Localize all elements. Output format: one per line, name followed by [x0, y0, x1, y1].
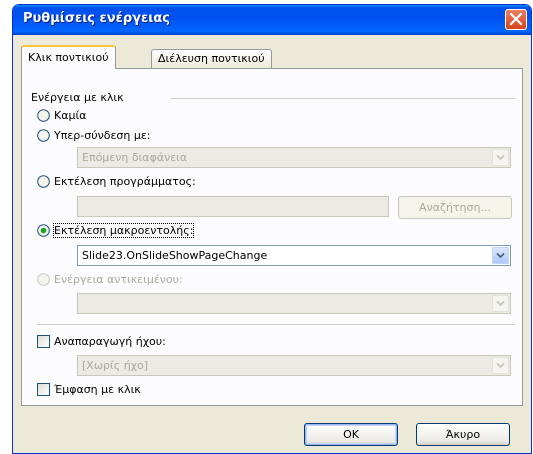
highlight-click-label: Έμφαση με κλικ — [54, 383, 141, 396]
highlight-click-checkbox[interactable]: Έμφαση με κλικ — [37, 383, 141, 396]
dialog-title: Ρυθμίσεις ενέργειας — [23, 11, 170, 26]
macro-select[interactable]: Slide23.OnSlideShowPageChange — [77, 245, 511, 266]
radio-run-macro-label: Εκτέλεση μακροεντολής: — [52, 223, 195, 238]
radio-object-action[interactable]: Ενέργεια αντικειμένου: — [37, 273, 183, 286]
chevron-down-icon — [496, 300, 505, 307]
radio-hyperlink[interactable]: Υπερ-σύνδεση με: — [37, 129, 151, 142]
hyperlink-select[interactable]: Επόμενη διαφάνεια — [77, 147, 511, 168]
dropdown-button[interactable] — [492, 247, 509, 264]
browse-button[interactable]: Αναζήτηση... — [398, 196, 512, 219]
play-sound-checkbox[interactable]: Αναπαραγωγή ήχου: — [37, 335, 166, 348]
radio-run-program-label: Εκτέλεση προγράμματος: — [54, 175, 196, 188]
radio-hyperlink-label: Υπερ-σύνδεση με: — [54, 129, 151, 142]
play-sound-label: Αναπαραγωγή ήχου: — [54, 335, 166, 348]
group-label: Ενέργεια με κλικ — [31, 91, 124, 104]
dropdown-button[interactable] — [492, 295, 509, 312]
title-bar[interactable]: Ρυθμίσεις ενέργειας — [13, 5, 531, 35]
ok-button[interactable]: OK — [304, 423, 398, 446]
radio-button-icon — [37, 273, 50, 286]
radio-button-icon — [37, 109, 50, 122]
action-settings-dialog: Ρυθμίσεις ενέργειας Κλικ ποντικιού Διέλε… — [12, 4, 532, 454]
radio-none-label: Καμία — [54, 109, 87, 122]
close-button[interactable] — [505, 9, 527, 30]
group-divider — [171, 98, 515, 99]
dropdown-button[interactable] — [492, 357, 509, 374]
tab-mouse-click[interactable]: Κλικ ποντικιού — [21, 45, 116, 69]
radio-button-icon — [37, 129, 50, 142]
radio-none[interactable]: Καμία — [37, 109, 86, 122]
radio-run-macro[interactable]: Εκτέλεση μακροεντολής: — [37, 223, 195, 238]
chevron-down-icon — [496, 362, 505, 369]
sound-select[interactable]: [Χωρίς ήχο] — [77, 355, 511, 376]
chevron-down-icon — [496, 154, 505, 161]
object-action-select[interactable] — [77, 293, 511, 314]
dropdown-button[interactable] — [492, 149, 509, 166]
hyperlink-select-value: Επόμενη διαφάνεια — [82, 151, 188, 164]
radio-object-action-label: Ενέργεια αντικειμένου: — [54, 273, 183, 286]
radio-button-icon — [37, 175, 50, 188]
macro-select-value: Slide23.OnSlideShowPageChange — [82, 249, 268, 262]
program-path-input[interactable] — [77, 196, 389, 217]
sound-select-value: [Χωρίς ήχο] — [82, 359, 149, 372]
radio-run-program[interactable]: Εκτέλεση προγράμματος: — [37, 175, 196, 188]
cancel-button[interactable]: Άκυρο — [416, 423, 510, 446]
checkbox-icon — [37, 383, 50, 396]
checkbox-icon — [37, 335, 50, 348]
chevron-down-icon — [496, 252, 505, 259]
close-icon — [509, 13, 523, 26]
radio-button-icon — [37, 224, 50, 237]
tab-mouse-over[interactable]: Διέλευση ποντικιού — [151, 49, 272, 68]
section-divider — [37, 324, 515, 325]
